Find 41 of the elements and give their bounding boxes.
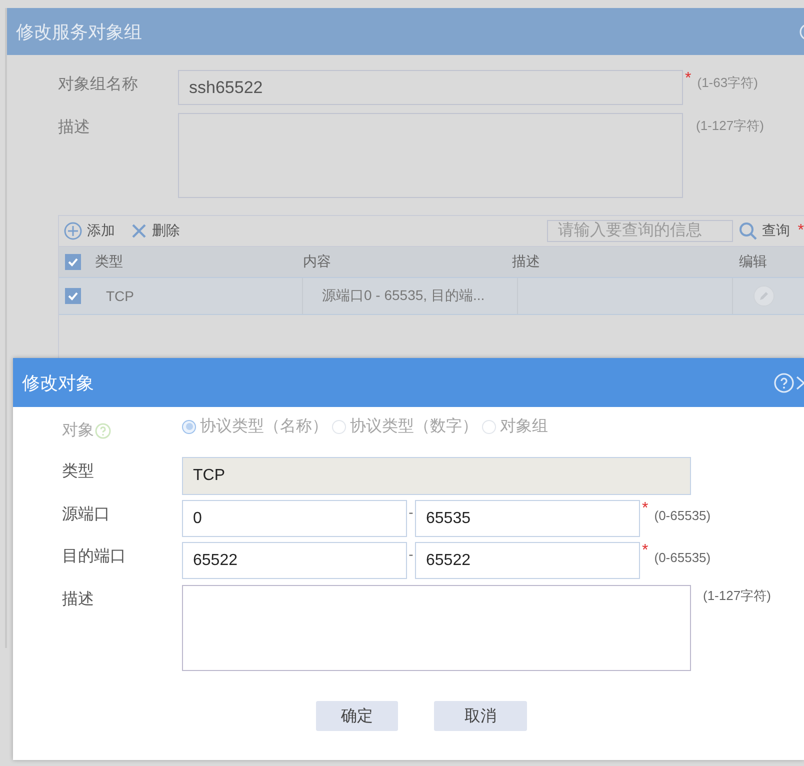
search-field[interactable]: 请输入要查询的信息 <box>546 220 733 242</box>
required-mark: * <box>685 70 692 88</box>
option-label: 对象组 <box>500 416 548 437</box>
confirm-button[interactable]: 确定 <box>316 701 398 731</box>
field-hint: (0-65535) <box>654 549 711 565</box>
dialog-title: 修改对象 <box>22 372 94 394</box>
field-label: 目的端口 <box>62 546 127 567</box>
option-label: 协议类型（数字） <box>350 416 478 437</box>
field-label: 对象组名称 <box>58 74 139 95</box>
input-field[interactable]: 65522 <box>415 542 640 579</box>
dialog-title: 修改服务对象组 <box>16 20 142 44</box>
range-separator: - <box>408 545 414 562</box>
table-cell: TCP <box>106 288 134 304</box>
cancel-button[interactable]: 取消 <box>434 701 527 731</box>
field-hint: (0-65535) <box>654 507 711 523</box>
required-mark: * <box>642 500 648 518</box>
field-label: 描述 <box>58 118 91 138</box>
field-hint: (1-63字符) <box>697 74 758 92</box>
field-label: 描述 <box>62 590 95 610</box>
add-button[interactable]: 添加 <box>64 222 115 240</box>
field-label: 对象 <box>62 420 94 441</box>
required-mark: * <box>798 222 804 240</box>
input-field[interactable]: ssh65522 <box>178 70 683 105</box>
column-header: 编辑 <box>739 253 767 271</box>
search-button[interactable]: 查询 <box>738 222 790 240</box>
column-header: 类型 <box>95 253 123 271</box>
field-label: 源端口 <box>62 504 111 525</box>
table-cell: 源端口0 - 65535, 目的端... <box>322 287 485 305</box>
field-hint: (1-127字符) <box>696 117 764 135</box>
option-label: 协议类型（名称） <box>200 416 328 437</box>
field-label: 类型 <box>62 462 95 482</box>
column-header: 描述 <box>512 253 540 271</box>
input-field[interactable]: 0 <box>182 500 407 537</box>
required-mark: * <box>642 542 648 560</box>
range-separator: - <box>408 503 414 520</box>
column-header: 内容 <box>303 253 331 271</box>
field-hint: (1-127字符) <box>703 587 771 605</box>
input-field[interactable]: 65535 <box>415 500 640 537</box>
input-field[interactable]: TCP <box>182 457 691 495</box>
delete-button[interactable]: 删除 <box>131 222 180 240</box>
input-field[interactable]: 65522 <box>182 542 407 579</box>
